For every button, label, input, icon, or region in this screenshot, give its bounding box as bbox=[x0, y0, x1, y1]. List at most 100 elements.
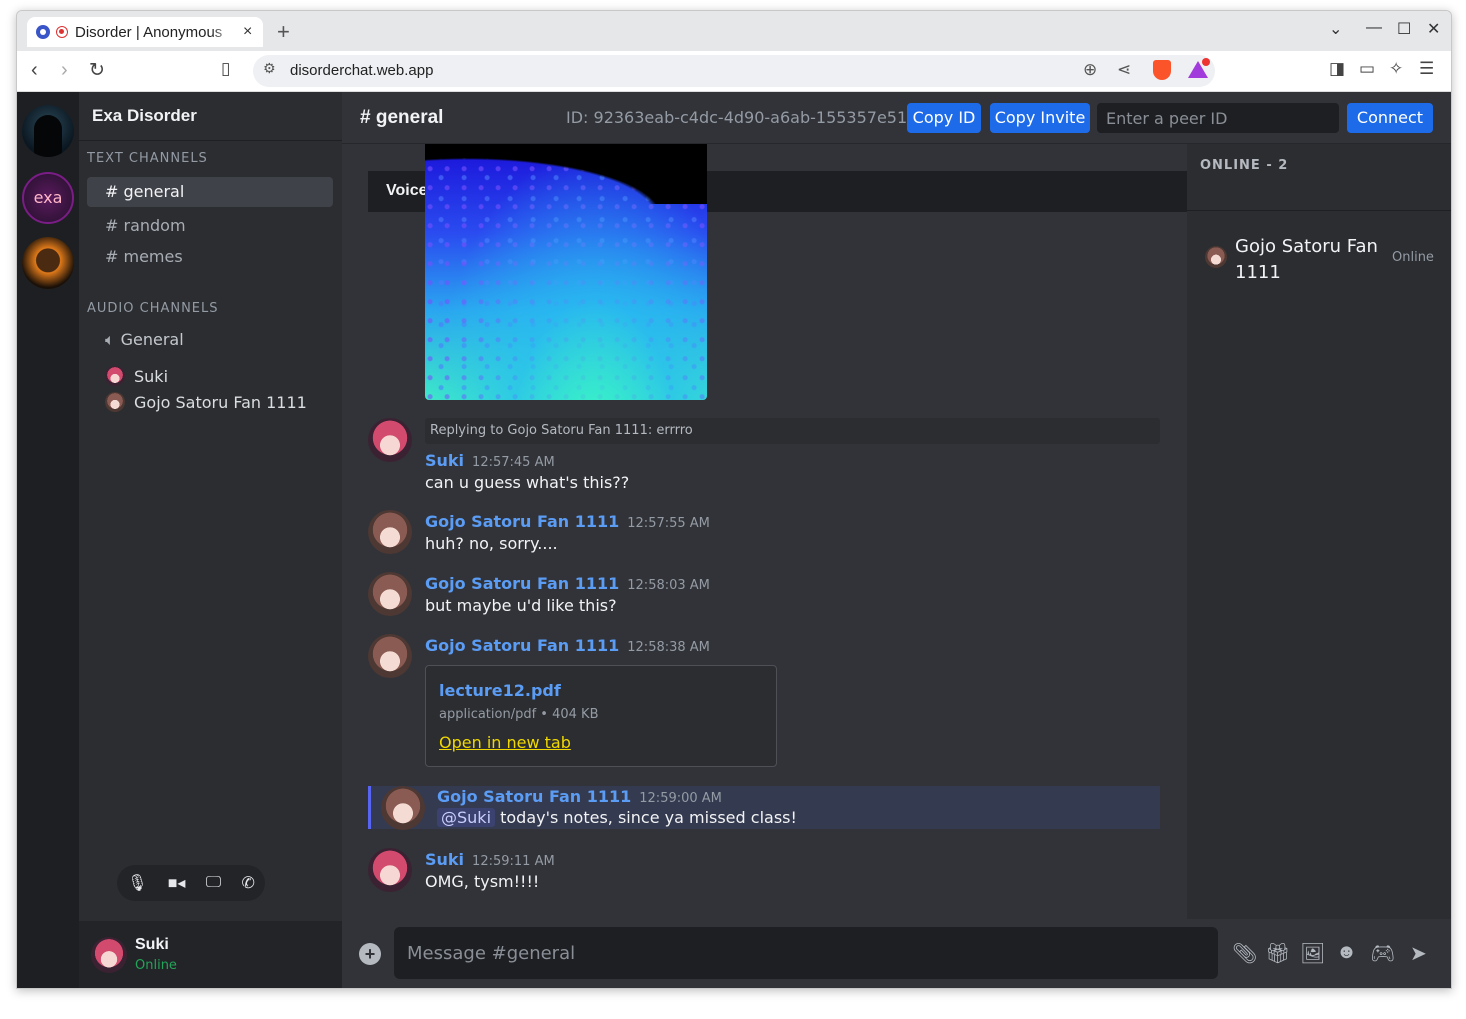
tab-strip: Disorder | Anonymous × + ⌄ — ☐ ✕ bbox=[17, 11, 1451, 51]
copy-invite-button[interactable]: Copy Invite bbox=[990, 103, 1090, 133]
voice-user-gojo[interactable]: Gojo Satoru Fan 1111 bbox=[105, 392, 307, 412]
server-icon-lion[interactable] bbox=[22, 237, 74, 289]
message-text: but maybe u'd like this? bbox=[425, 596, 617, 615]
main-area: # general ID: 92363eab-c4dc-4d90-a6ab-15… bbox=[342, 92, 1451, 988]
avatar[interactable] bbox=[91, 937, 127, 973]
tab-title: Disorder | Anonymous bbox=[75, 23, 223, 41]
message-author[interactable]: Suki 12:59:11 AM bbox=[425, 850, 555, 869]
page-title: # general bbox=[360, 107, 444, 128]
tab-search-icon[interactable]: ⌄ bbox=[1329, 19, 1342, 39]
server-icon-hacker[interactable] bbox=[22, 105, 74, 157]
channel-general[interactable]: # general bbox=[87, 177, 333, 207]
connect-button[interactable]: Connect bbox=[1347, 103, 1433, 133]
avatar[interactable] bbox=[368, 418, 412, 462]
avatar[interactable] bbox=[368, 572, 412, 616]
voice-user-name: Suki bbox=[134, 366, 169, 386]
user-name: Suki bbox=[135, 936, 169, 953]
zoom-icon[interactable]: ⊕ bbox=[1083, 60, 1097, 80]
send-icon[interactable]: ➤ bbox=[1410, 941, 1427, 966]
message-author[interactable]: Gojo Satoru Fan 1111 12:59:00 AM bbox=[437, 787, 722, 806]
user-panel: Suki Online bbox=[79, 921, 342, 988]
member-name[interactable]: Gojo Satoru Fan 1111 bbox=[1235, 234, 1385, 286]
message-text: huh? no, sorry.... bbox=[425, 534, 558, 553]
paperclip-icon[interactable]: 📎︎ bbox=[1232, 941, 1257, 966]
message-composer: + 📎︎ 🎁︎ 🖼︎ ☻ 🎮︎ ➤ bbox=[342, 919, 1451, 988]
disorder-app: exa Exa Disorder TEXT CHANNELS # general… bbox=[17, 92, 1451, 988]
brave-shields-icon[interactable] bbox=[1153, 60, 1171, 80]
avatar[interactable] bbox=[368, 848, 412, 892]
server-list: exa bbox=[17, 92, 79, 988]
address-bar[interactable]: ⚙ disorderchat.web.app ⊕ ⋖ bbox=[253, 55, 1215, 87]
peer-id-text: ID: 92363eab-c4dc-4d90-a6ab-155357e51f0b bbox=[566, 108, 934, 127]
message-author[interactable]: Gojo Satoru Fan 1111 12:58:38 AM bbox=[425, 636, 710, 655]
open-in-new-tab-link[interactable]: Open in new tab bbox=[439, 733, 571, 752]
close-window-button[interactable]: ✕ bbox=[1427, 19, 1440, 39]
site-settings-icon[interactable]: ⚙ bbox=[263, 60, 276, 77]
message-highlighted: Gojo Satoru Fan 1111 12:59:00 AM @Suki to… bbox=[368, 786, 1160, 830]
voice-panel-label: Voice bbox=[386, 182, 428, 199]
reload-icon[interactable]: ↻ bbox=[89, 59, 105, 82]
avatar[interactable] bbox=[381, 786, 425, 830]
voice-channel-label: General bbox=[120, 330, 184, 349]
maximize-button[interactable]: ☐ bbox=[1397, 19, 1411, 39]
microphone-icon[interactable]: 🎙︎ bbox=[127, 873, 147, 893]
channel-random[interactable]: # random bbox=[87, 211, 333, 241]
divider bbox=[1187, 210, 1451, 211]
share-icon[interactable]: ⋖ bbox=[1117, 60, 1131, 80]
user-mention[interactable]: @Suki bbox=[437, 808, 496, 827]
copy-id-button[interactable]: Copy ID bbox=[907, 103, 981, 133]
sidebar-toggle-icon[interactable]: ◨ bbox=[1329, 59, 1345, 79]
file-name[interactable]: lecture12.pdf bbox=[439, 681, 561, 700]
divider bbox=[79, 140, 342, 141]
file-attachment: lecture12.pdf application/pdf • 404 KB O… bbox=[425, 665, 777, 767]
message-author[interactable]: Suki 12:57:45 AM bbox=[425, 451, 555, 470]
notification-dot-icon bbox=[1202, 58, 1210, 66]
url-text: disorderchat.web.app bbox=[290, 62, 434, 79]
message-time: 12:57:55 AM bbox=[627, 516, 710, 531]
message-time: 12:57:45 AM bbox=[472, 455, 555, 470]
new-tab-button[interactable]: + bbox=[277, 19, 290, 45]
browser-toolbar: ‹ › ↻ ▯ ⚙ disorderchat.web.app ⊕ ⋖ ◨ ▭ ✧… bbox=[17, 51, 1451, 92]
leo-ai-icon[interactable]: ✧ bbox=[1389, 59, 1403, 79]
forward-icon[interactable]: › bbox=[61, 59, 68, 82]
server-name[interactable]: Exa Disorder bbox=[92, 106, 197, 126]
channel-header: # general ID: 92363eab-c4dc-4d90-a6ab-15… bbox=[342, 92, 1451, 144]
channel-sidebar: Exa Disorder TEXT CHANNELS # general # r… bbox=[79, 92, 342, 988]
browser-tab[interactable]: Disorder | Anonymous × bbox=[27, 17, 263, 47]
gift-icon[interactable]: 🎁︎ bbox=[1265, 941, 1290, 966]
back-icon[interactable]: ‹ bbox=[31, 59, 38, 82]
voice-user-suki[interactable]: Suki bbox=[105, 366, 168, 386]
audio-channels-header: AUDIO CHANNELS bbox=[87, 301, 219, 316]
reply-preview[interactable]: Replying to Gojo Satoru Fan 1111: errrro bbox=[425, 418, 1160, 444]
message-input[interactable] bbox=[394, 927, 1218, 979]
avatar bbox=[105, 366, 125, 386]
user-status: Online bbox=[135, 958, 177, 973]
message-author[interactable]: Gojo Satoru Fan 1111 12:57:55 AM bbox=[425, 512, 710, 531]
camera-icon[interactable]: ■◂ bbox=[168, 873, 186, 893]
shared-fractal-image[interactable] bbox=[425, 144, 707, 400]
image-icon[interactable]: 🖼︎ bbox=[1300, 941, 1325, 966]
message-text: OMG, tysm!!!! bbox=[425, 872, 540, 891]
avatar[interactable] bbox=[368, 510, 412, 554]
browser-window: Disorder | Anonymous × + ⌄ — ☐ ✕ ‹ › ↻ ▯… bbox=[16, 10, 1452, 989]
disconnect-call-icon[interactable]: ✆ bbox=[241, 873, 254, 893]
member-list: ONLINE - 2 Gojo Satoru Fan 1111 Online bbox=[1187, 144, 1451, 919]
emoji-icon[interactable]: ☻ bbox=[1336, 941, 1357, 964]
bookmark-icon[interactable]: ▯ bbox=[221, 59, 230, 79]
channel-memes[interactable]: # memes bbox=[87, 242, 333, 272]
game-controller-icon[interactable]: 🎮︎ bbox=[1370, 941, 1395, 966]
voice-channel-general[interactable]: 🔈︎ General bbox=[105, 330, 184, 350]
message-list: Voice Replying to Gojo Satoru Fan 1111: … bbox=[342, 144, 1187, 919]
member-status: Online bbox=[1392, 250, 1434, 265]
minimize-button[interactable]: — bbox=[1366, 19, 1382, 37]
avatar[interactable] bbox=[368, 634, 412, 678]
menu-icon[interactable]: ☰ bbox=[1419, 59, 1434, 79]
message-author[interactable]: Gojo Satoru Fan 1111 12:58:03 AM bbox=[425, 574, 710, 593]
peer-id-input[interactable] bbox=[1097, 103, 1339, 133]
screen-share-icon[interactable]: 🖵︎ bbox=[206, 874, 221, 892]
wallet-icon[interactable]: ▭ bbox=[1359, 59, 1375, 79]
server-icon-exa[interactable]: exa bbox=[22, 172, 74, 224]
add-attachment-icon[interactable]: + bbox=[359, 943, 381, 965]
tab-close-icon[interactable]: × bbox=[243, 23, 252, 41]
avatar[interactable] bbox=[1205, 246, 1227, 268]
